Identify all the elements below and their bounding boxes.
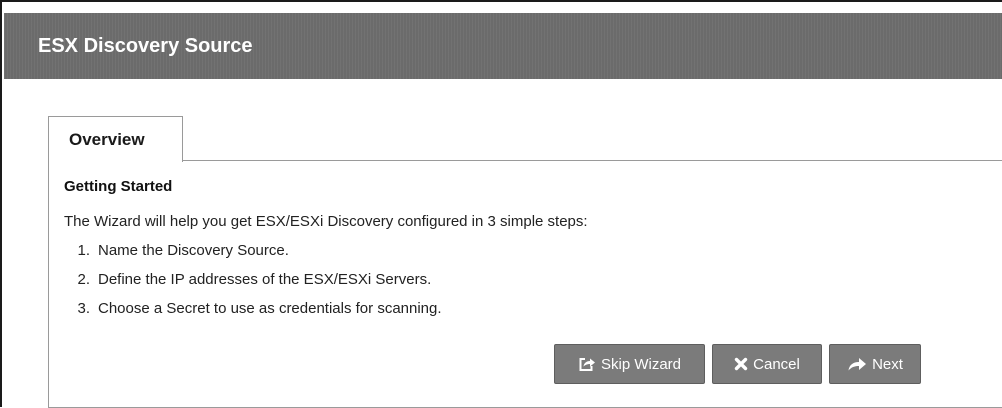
dialog-window: ESX Discovery Source Overview Getting St… bbox=[0, 0, 1002, 408]
steps-list: 1. Name the Discovery Source. 2. Define … bbox=[64, 242, 442, 329]
skip-wizard-label: Skip Wizard bbox=[600, 355, 682, 373]
step-text: Name the Discovery Source. bbox=[98, 242, 289, 259]
list-item: 2. Define the IP addresses of the ESX/ES… bbox=[64, 271, 442, 300]
dialog-title: ESX Discovery Source bbox=[38, 34, 253, 57]
share-arrow-icon bbox=[847, 356, 867, 372]
next-button[interactable]: Next bbox=[829, 344, 921, 384]
skip-wizard-button[interactable]: Skip Wizard bbox=[554, 344, 705, 384]
step-number: 3. bbox=[77, 300, 90, 317]
list-item: 1. Name the Discovery Source. bbox=[64, 242, 442, 271]
step-text: Define the IP addresses of the ESX/ESXi … bbox=[98, 271, 432, 288]
share-square-icon bbox=[578, 356, 596, 372]
tab-overview-label: Overview bbox=[69, 129, 145, 149]
dialog-title-bar: ESX Discovery Source bbox=[4, 13, 1002, 79]
cancel-button[interactable]: Cancel bbox=[712, 344, 822, 384]
list-item: 3. Choose a Secret to use as credentials… bbox=[64, 300, 442, 329]
intro-text: The Wizard will help you get ESX/ESXi Di… bbox=[64, 213, 588, 230]
step-number: 1. bbox=[77, 242, 90, 259]
next-label: Next bbox=[872, 355, 903, 373]
times-icon bbox=[734, 357, 748, 371]
tab-overview[interactable]: Overview bbox=[48, 116, 183, 162]
step-text: Choose a Secret to use as credentials fo… bbox=[98, 300, 442, 317]
section-heading: Getting Started bbox=[64, 178, 173, 195]
cancel-label: Cancel bbox=[753, 355, 800, 373]
step-number: 2. bbox=[77, 271, 90, 288]
